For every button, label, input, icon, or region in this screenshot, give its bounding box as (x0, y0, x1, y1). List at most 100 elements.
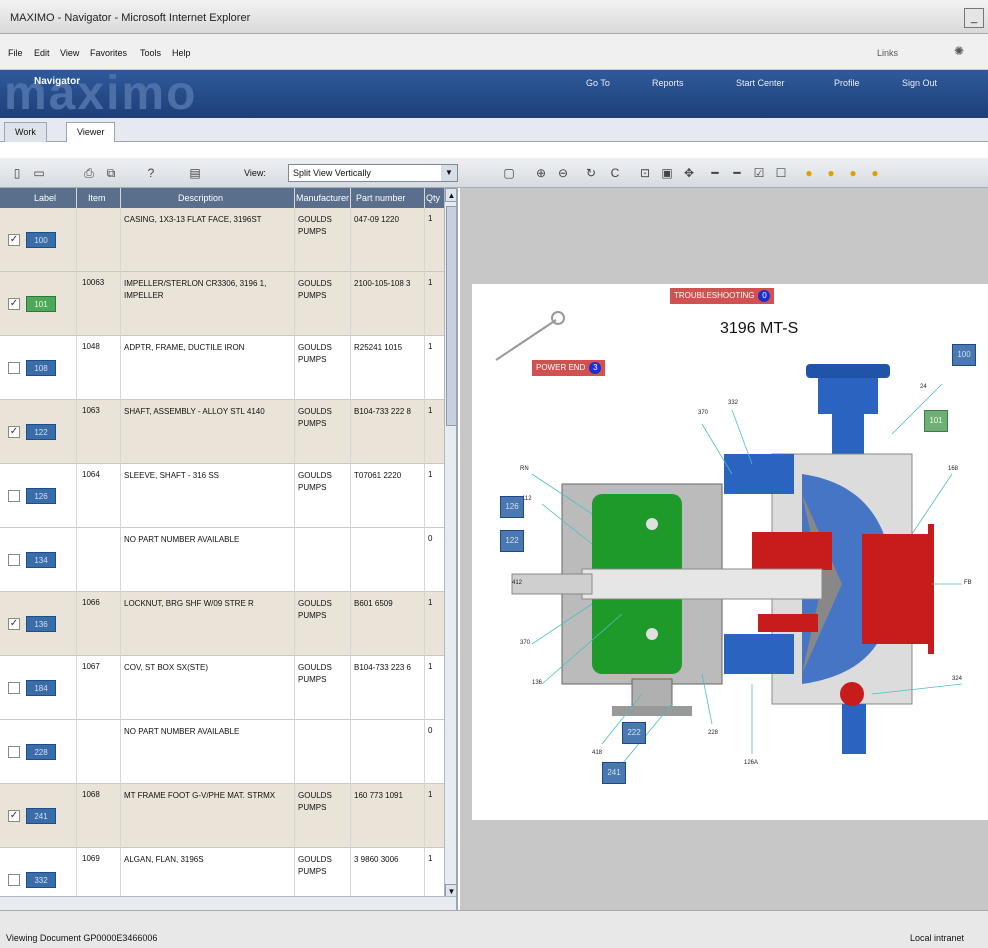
blank-icon[interactable]: ☐ (772, 164, 790, 182)
row-label-badge[interactable]: 126 (26, 488, 56, 504)
refresh-icon[interactable]: C (606, 164, 624, 182)
row-checkbox[interactable] (8, 554, 20, 566)
pan-icon[interactable]: ✥ (680, 164, 698, 182)
col-item[interactable]: Item (88, 193, 106, 203)
tab-viewer[interactable]: Viewer (66, 122, 116, 142)
sign-out-link[interactable]: Sign Out (902, 78, 937, 88)
markup-icon-1[interactable]: ● (800, 164, 818, 182)
row-checkbox[interactable] (8, 362, 20, 374)
row-label-badge[interactable]: 228 (26, 744, 56, 760)
table-row[interactable]: 228 NO PART NUMBER AVAILABLE 0 (0, 720, 444, 784)
ie-logo-icon[interactable]: ✺ (954, 44, 964, 58)
menu-edit[interactable]: Edit (34, 48, 50, 58)
markup-icon-2[interactable]: ● (822, 164, 840, 182)
row-label-badge[interactable]: 241 (26, 808, 56, 824)
callout-241[interactable]: 241 (602, 762, 626, 784)
fit-width-icon[interactable]: ▣ (658, 164, 676, 182)
rotate-icon[interactable]: ↻ (582, 164, 600, 182)
menu-favorites[interactable]: Favorites (90, 48, 127, 58)
open-icon[interactable]: ▯ (8, 164, 26, 182)
svg-text:24: 24 (920, 384, 927, 390)
menu-tools[interactable]: Tools (140, 48, 161, 58)
col-label[interactable]: Label (34, 193, 56, 203)
scroll-up-icon[interactable]: ▲ (445, 188, 456, 202)
menu-view[interactable]: View (60, 48, 79, 58)
row-checkbox[interactable]: ✓ (8, 810, 20, 822)
markup-icon-4[interactable]: ● (866, 164, 884, 182)
horizontal-scrollbar[interactable] (0, 896, 456, 910)
links-label[interactable]: Links (877, 48, 898, 58)
fit-page-icon[interactable]: ⊡ (636, 164, 654, 182)
row-label-badge[interactable]: 136 (26, 616, 56, 632)
scroll-thumb[interactable] (446, 206, 456, 426)
table-row[interactable]: ✓ 101 10063 IMPELLER/STERLON CR3306, 3196 1… (0, 272, 444, 336)
vertical-scrollbar[interactable]: ▲ ▼ (444, 188, 456, 898)
help-icon[interactable]: ? (142, 164, 160, 182)
table-row[interactable]: ✓ 136 1066 LOCKNUT, BRG SHF W/09 STRE R GOUL… (0, 592, 444, 656)
reports-link[interactable]: Reports (652, 78, 684, 88)
row-checkbox[interactable]: ✓ (8, 298, 20, 310)
row-checkbox[interactable] (8, 682, 20, 694)
row-checkbox[interactable]: ✓ (8, 234, 20, 246)
col-manufacturer[interactable]: Manufacturer (296, 193, 349, 203)
row-item: 10063 (82, 278, 105, 287)
row-label-badge[interactable]: 100 (26, 232, 56, 248)
row-checkbox[interactable] (8, 746, 20, 758)
table-row[interactable]: 108 1048 ADPTR, FRAME, DUCTILE IRON GOULDS … (0, 336, 444, 400)
callout-122[interactable]: 122 (500, 530, 524, 552)
row-checkbox[interactable]: ✓ (8, 618, 20, 630)
table-row[interactable]: ✓ 122 1063 SHAFT, ASSEMBLY - ALLOY STL 4140… (0, 400, 444, 464)
line-icon[interactable]: ━ (728, 164, 746, 182)
row-label-badge[interactable]: 101 (26, 296, 56, 312)
chevron-down-icon[interactable]: ▼ (441, 165, 457, 181)
svg-text:324: 324 (952, 676, 963, 682)
table-row[interactable]: 126 1064 SLEEVE, SHAFT - 316 SS GOULDS PUMP… (0, 464, 444, 528)
callout-100[interactable]: 100 (952, 344, 976, 366)
row-label-badge[interactable]: 332 (26, 872, 56, 888)
row-checkbox[interactable]: ✓ (8, 426, 20, 438)
tab-work[interactable]: Work (4, 122, 47, 142)
minimize-button[interactable]: _ (964, 8, 984, 28)
svg-text:FB: FB (964, 580, 972, 586)
table-row[interactable]: ✓ 241 1068 MT FRAME FOOT G-V/PHE MAT. STRMX… (0, 784, 444, 848)
row-item: 1067 (82, 662, 100, 671)
window-title: MAXIMO - Navigator - Microsoft Internet … (10, 12, 251, 24)
goto-link[interactable]: Go To (586, 78, 610, 88)
row-part-number: B104-733 222 8 (354, 407, 411, 416)
check-icon[interactable]: ☑ (750, 164, 768, 182)
view-mode-select[interactable]: Split View Vertically ▼ (288, 164, 458, 182)
menu-file[interactable]: File (8, 48, 23, 58)
row-label-badge[interactable]: 134 (26, 552, 56, 568)
markup-icon-3[interactable]: ● (844, 164, 862, 182)
col-description[interactable]: Description (178, 193, 223, 203)
row-label-badge[interactable]: 122 (26, 424, 56, 440)
callout-222[interactable]: 222 (622, 722, 646, 744)
page-icon-2[interactable]: ▢ (500, 164, 518, 182)
pump-drawing[interactable]: TROUBLESHOOTING0 3196 MT-S POWER END3 (472, 284, 988, 820)
row-manufacturer: GOULDS PUMPS (298, 599, 332, 620)
document-icon[interactable]: ▭ (30, 164, 48, 182)
table-row[interactable]: 184 1067 COV, ST BOX SX(STE) GOULDS PUMPS B1… (0, 656, 444, 720)
zoom-out-icon[interactable]: ⊖ (554, 164, 572, 182)
menu-help[interactable]: Help (172, 48, 191, 58)
table-row[interactable]: 134 NO PART NUMBER AVAILABLE 0 (0, 528, 444, 592)
zoom-in-icon[interactable]: ⊕ (532, 164, 550, 182)
col-qty[interactable]: Qty (426, 193, 440, 203)
row-label-badge[interactable]: 108 (26, 360, 56, 376)
row-checkbox[interactable] (8, 874, 20, 886)
callout-126[interactable]: 126 (500, 496, 524, 518)
print-icon[interactable]: ⎙ (80, 164, 98, 182)
table-row[interactable]: ✓ 100 CASING, 1X3-13 FLAT FACE, 3196ST GOUL… (0, 208, 444, 272)
col-part-number[interactable]: Part number (356, 193, 406, 203)
copy-icon[interactable]: ⧉ (102, 164, 120, 182)
row-checkbox[interactable] (8, 490, 20, 502)
callout-101[interactable]: 101 (924, 410, 948, 432)
view-mode-value: Split View Vertically (293, 168, 371, 178)
profile-link[interactable]: Profile (834, 78, 860, 88)
row-label-badge[interactable]: 184 (26, 680, 56, 696)
svg-text:228: 228 (708, 730, 719, 736)
page-icon[interactable]: ▤ (186, 164, 204, 182)
start-center-link[interactable]: Start Center (736, 78, 785, 88)
row-manufacturer: GOULDS PUMPS (298, 855, 332, 876)
measure-icon[interactable]: ━ (706, 164, 724, 182)
